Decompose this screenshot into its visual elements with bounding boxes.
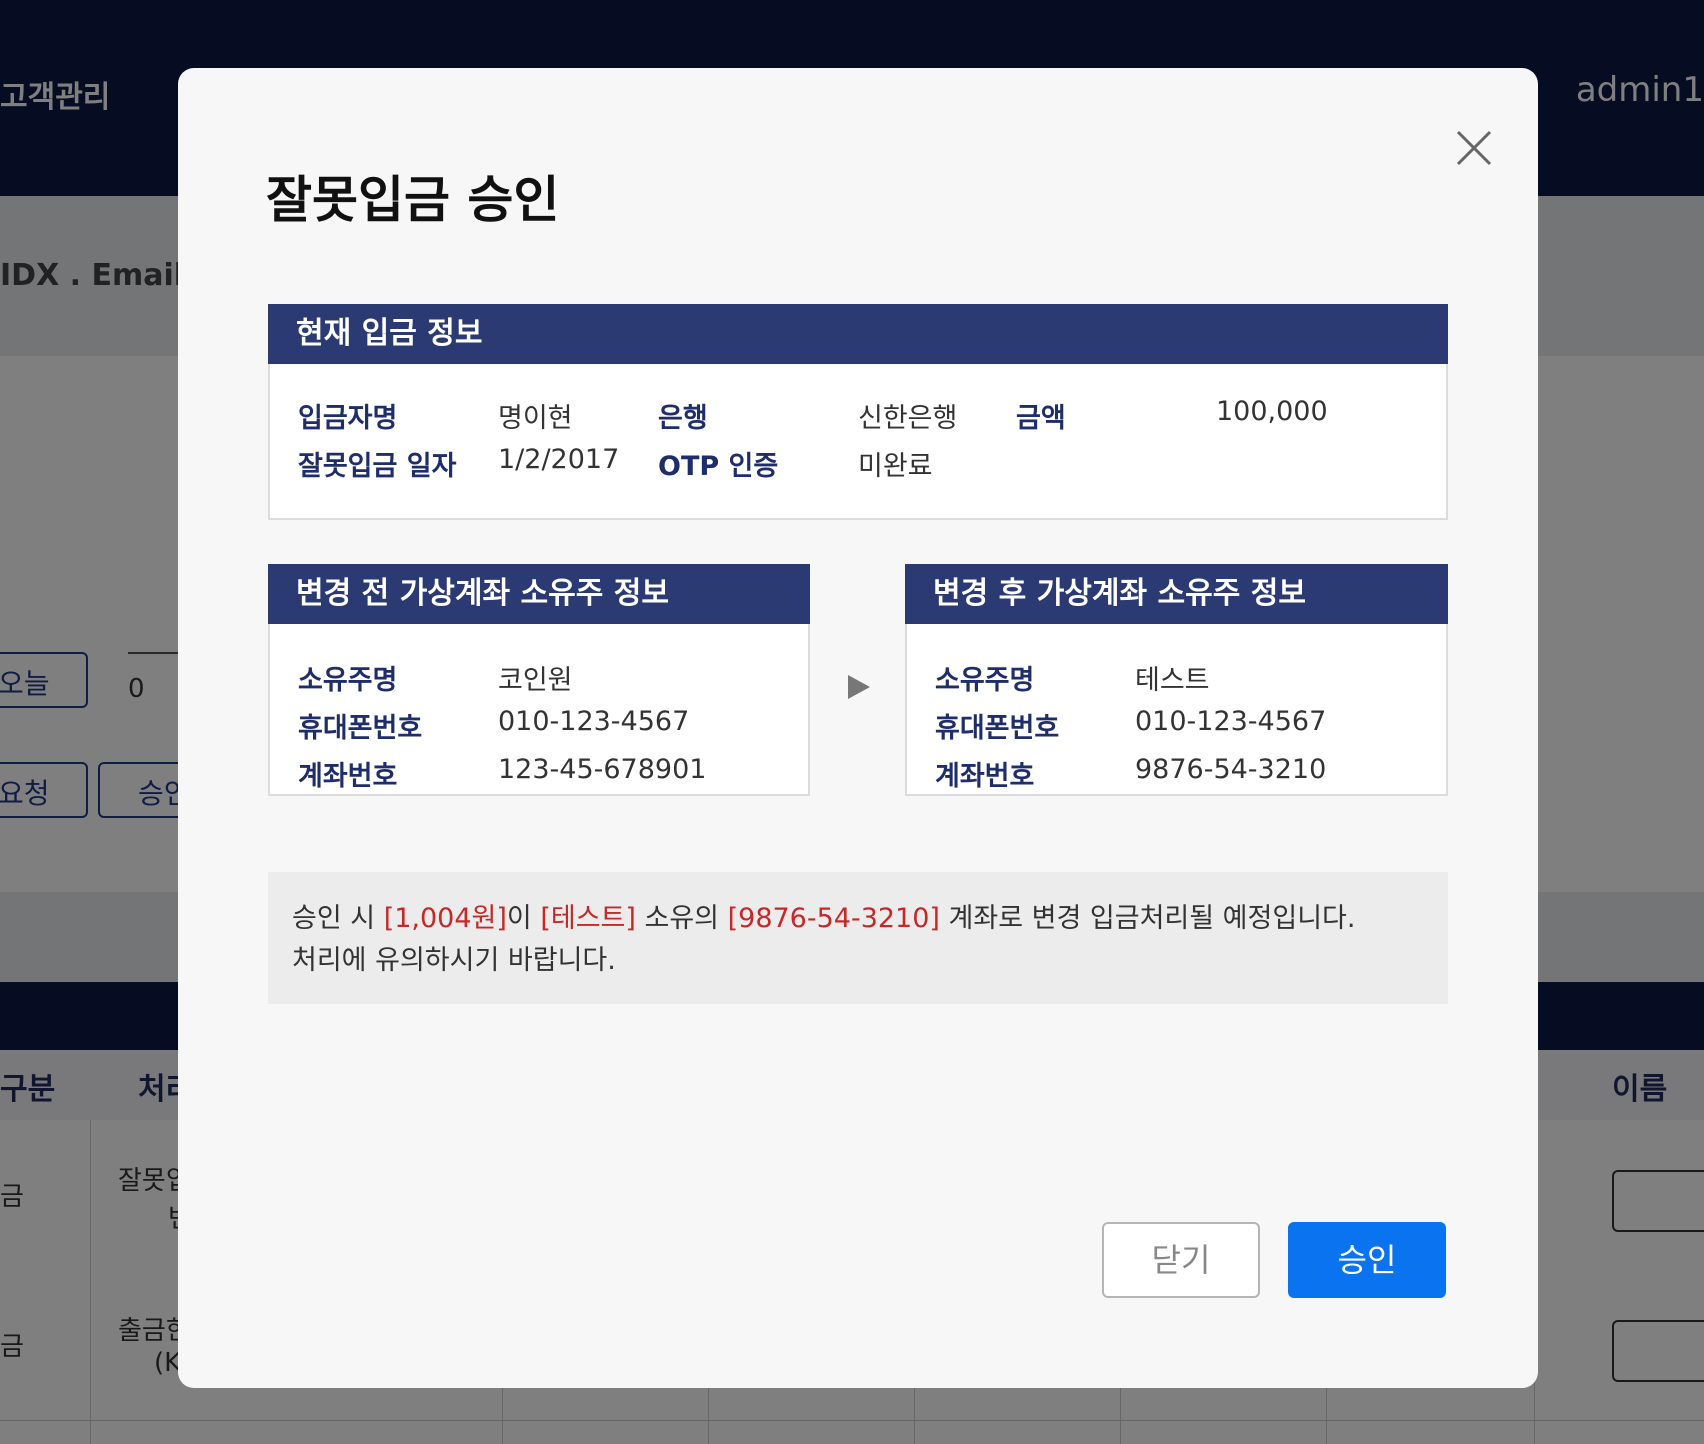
owner-label: 소유주명 [298, 665, 398, 696]
account-label: 계좌번호 [298, 761, 398, 792]
after-owner-section: 변경 후 가상계좌 소유주 정보 소유주명 테스트 휴대폰번호 010-123-… [905, 564, 1448, 796]
before-owner-section: 변경 전 가상계좌 소유주 정보 소유주명 코인원 휴대폰번호 010-123-… [268, 564, 810, 796]
otp-value: 미완료 [858, 451, 933, 482]
bank-label: 은행 [658, 403, 708, 434]
notice-text: 소유의 [635, 903, 728, 934]
approve-button[interactable]: 승인 [1288, 1222, 1446, 1298]
depositor-label: 입금자명 [298, 403, 398, 434]
amount-value: 100,000 [1216, 396, 1328, 427]
owner-value: 코인원 [498, 665, 573, 696]
section-heading: 변경 후 가상계좌 소유주 정보 [905, 564, 1448, 624]
approval-notice: 승인 시 [1,004원]이 [테스트] 소유의 [9876-54-3210] … [268, 872, 1448, 1004]
owner-label: 소유주명 [935, 665, 1035, 696]
phone-label: 휴대폰번호 [298, 713, 423, 744]
deposit-date-value: 1/2/2017 [498, 444, 620, 475]
close-icon[interactable] [1450, 124, 1498, 172]
phone-value: 010-123-4567 [1135, 706, 1327, 737]
owner-value: 테스트 [1135, 665, 1210, 696]
notice-text: 승인 시 [292, 903, 384, 934]
approval-modal: 잘못입금 승인 현재 입금 정보 입금자명 명이현 은행 신한은행 금액 100… [178, 68, 1538, 1388]
section-heading: 변경 전 가상계좌 소유주 정보 [268, 564, 810, 624]
notice-line-2: 처리에 유의하시기 바랍니다. [292, 945, 616, 976]
notice-text: 이 [506, 903, 541, 934]
deposit-date-label: 잘못입금 일자 [298, 451, 457, 482]
notice-amount: [1,004원] [383, 903, 507, 934]
phone-label: 휴대폰번호 [935, 713, 1060, 744]
notice-text: 계좌로 변경 입금처리될 예정입니다. [939, 903, 1356, 934]
account-label: 계좌번호 [935, 761, 1035, 792]
notice-account: [9876-54-3210] [727, 903, 940, 934]
depositor-value: 명이현 [498, 403, 573, 434]
phone-value: 010-123-4567 [498, 706, 690, 737]
current-deposit-section: 현재 입금 정보 입금자명 명이현 은행 신한은행 금액 100,000 잘못입… [268, 304, 1448, 520]
arrow-right-icon [848, 675, 870, 699]
amount-label: 금액 [1016, 403, 1066, 434]
close-button[interactable]: 닫기 [1102, 1222, 1260, 1298]
otp-label: OTP 인증 [658, 451, 779, 482]
modal-title: 잘못입금 승인 [266, 171, 560, 229]
account-value: 123-45-678901 [498, 754, 707, 785]
notice-owner: [테스트] [540, 903, 636, 934]
notice-line-1: 승인 시 [1,004원]이 [테스트] 소유의 [9876-54-3210] … [292, 898, 1424, 940]
bank-value: 신한은행 [858, 403, 958, 434]
section-heading: 현재 입금 정보 [268, 304, 1448, 364]
account-value: 9876-54-3210 [1135, 754, 1327, 785]
